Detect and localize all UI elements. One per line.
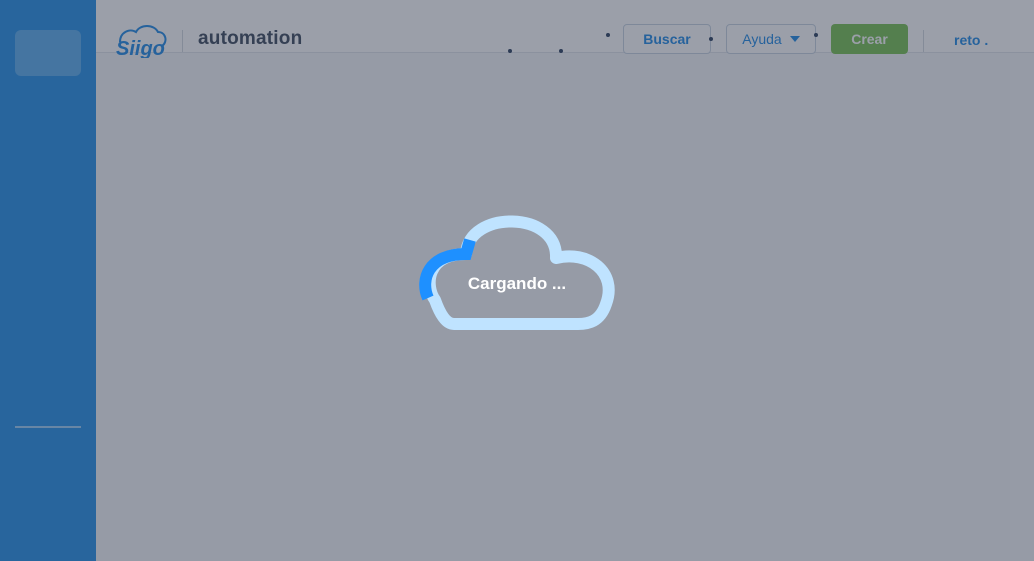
loading-text: Cargando ... [467,274,567,293]
loading-spinner: Cargando ... [418,202,618,337]
decorative-dot [508,49,512,53]
decorative-dot [709,37,713,41]
decorative-dot [606,33,610,37]
decorative-dot [814,33,818,37]
decorative-dot [559,49,563,53]
cloud-spinner-icon [419,215,615,330]
